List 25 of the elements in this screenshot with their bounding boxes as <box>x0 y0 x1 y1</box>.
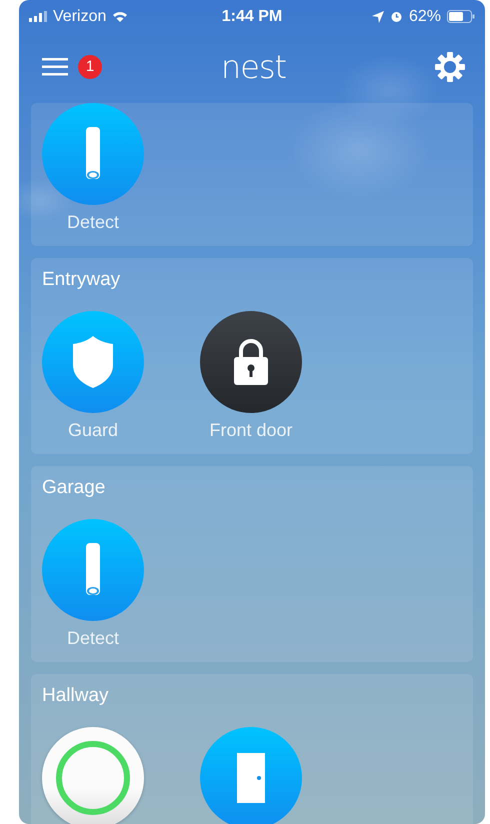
battery-percent: 62% <box>408 8 441 26</box>
device-label: Front door <box>209 420 293 440</box>
room-title: Garage <box>42 476 106 500</box>
door-icon <box>237 753 265 803</box>
shield-icon <box>72 335 114 389</box>
settings-button[interactable] <box>435 52 465 82</box>
ring-icon <box>55 740 131 816</box>
carrier-name: Verizon <box>53 8 106 26</box>
clock-time: 1:44 PM <box>222 8 282 26</box>
room-title: Entryway <box>42 268 122 292</box>
sensor-icon <box>83 126 103 182</box>
battery-icon <box>447 10 475 23</box>
logo: nest <box>220 48 286 86</box>
signal-icon <box>29 11 47 22</box>
device-label: Detect <box>66 212 120 232</box>
alarm-clock-icon <box>390 10 403 23</box>
device-label: Guard <box>68 420 118 440</box>
sensor-icon <box>83 542 103 598</box>
padlock-icon <box>233 338 269 386</box>
notification-badge: 1 <box>78 54 102 78</box>
location-arrow-icon <box>372 10 384 22</box>
menu-button[interactable] <box>42 58 68 76</box>
wifi-icon <box>112 10 128 22</box>
device-label: Detect <box>66 628 120 648</box>
room-title: Hallway <box>42 684 110 708</box>
